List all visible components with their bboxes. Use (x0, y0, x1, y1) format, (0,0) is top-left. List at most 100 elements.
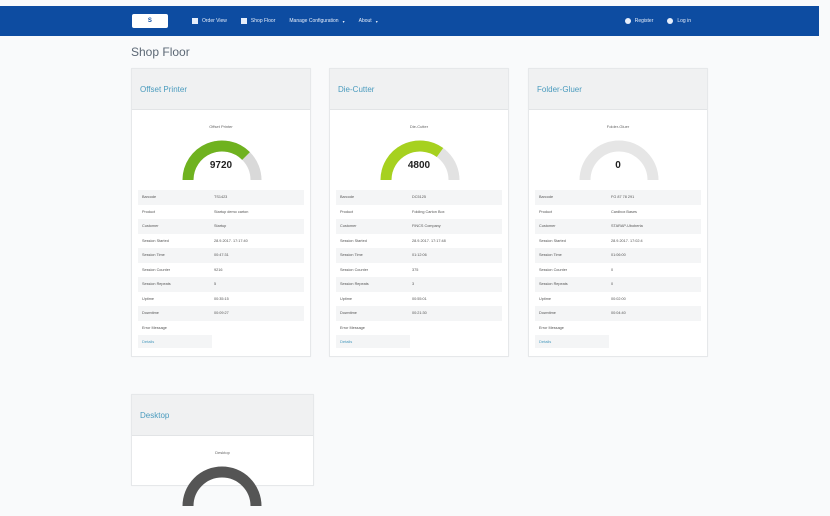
gauge-value: 4800 (407, 160, 431, 171)
row-value: Folding Carton Box (412, 209, 445, 214)
register-label: Register (634, 18, 654, 24)
table-row: Customer STARAP-Uboberta (535, 219, 701, 234)
row-label: Uptime (539, 296, 552, 301)
machine-details-table: Barcode DC5125 Product Folding Carton Bo… (330, 190, 508, 356)
card-title: Desktop (132, 395, 313, 436)
card-title: Offset Printer (132, 69, 310, 110)
brand-logo[interactable]: S (132, 14, 168, 28)
gauge-track (182, 466, 262, 507)
home-icon (240, 18, 247, 24)
row-value: Startup demo carton (214, 209, 249, 214)
table-row: Uptime 00:55:01 (336, 292, 502, 307)
row-value: 00:21:30 (412, 311, 427, 316)
table-row: Barcode TS1423 (138, 190, 304, 205)
gauge-value: 0 (615, 160, 621, 171)
row-label: Error Message (142, 325, 167, 330)
row-value: FINCS Company (412, 224, 441, 229)
table-row: Product Cardbox Bases (535, 205, 701, 220)
row-value: 0 (611, 267, 614, 272)
nav-about[interactable]: About ▾ (359, 18, 378, 24)
row-value: Cardbox Bases (611, 209, 637, 214)
row-label: Product (539, 209, 553, 214)
row-label: Customer (142, 224, 159, 229)
table-row: Session Counter 9216 (138, 263, 304, 278)
table-row: Session Started 28.9.2017. 17:17:48 (336, 234, 502, 249)
row-value: 00:47:31 (214, 253, 229, 258)
row-label: Uptime (142, 296, 155, 301)
machine-card: Folder-Gluer Folder-Gluer 0 Barcode FG 8… (528, 68, 708, 357)
table-row: Error Message (336, 321, 502, 336)
gauge: Folder-Gluer 0 (529, 110, 707, 190)
row-label: Session Started (142, 238, 169, 243)
table-row: Downtime 00:21:30 (336, 306, 502, 321)
gauge-title: Folder-Gluer (606, 124, 630, 129)
row-label: Session Started (340, 238, 367, 243)
row-value: DC5125 (412, 195, 426, 200)
table-row: Downtime 00:09:27 (138, 306, 304, 321)
user-icon (624, 18, 631, 24)
machine-card: Desktop Desktop (131, 394, 314, 507)
row-value: 9216 (214, 267, 223, 272)
table-row: Customer Startup (138, 219, 304, 234)
row-value: 5 (214, 282, 217, 287)
main-nav: Order View Shop Floor Manage Configurati… (192, 18, 378, 24)
row-value: FG 87 78 291 (611, 195, 635, 200)
register-link[interactable]: Register (624, 18, 654, 24)
card-title: Die-Cutter (330, 69, 508, 110)
row-value: 375 (412, 267, 419, 272)
gauge-title: Die-Cutter (409, 124, 429, 129)
row-value: TS1423 (214, 195, 228, 200)
row-label: Session Counter (539, 267, 568, 272)
login-link[interactable]: Log in (667, 18, 691, 24)
account-nav: Register Log in (624, 18, 691, 24)
table-row: Uptime 00:02:00 (535, 292, 701, 307)
row-label: Error Message (340, 325, 365, 330)
row-label: Session Counter (340, 267, 369, 272)
table-row: Session Time 01:06:00 (535, 248, 701, 263)
nav-order-view[interactable]: Order View (192, 18, 227, 24)
gauge: Desktop (132, 436, 313, 516)
row-label: Downtime (340, 311, 357, 316)
table-row: Session Started 28.9.2017. 17:17:40 (138, 234, 304, 249)
gauge-title: Desktop (215, 450, 230, 455)
row-label: Session Time (142, 253, 165, 258)
row-label: Session Repeats (142, 282, 171, 287)
row-label: Uptime (340, 296, 353, 301)
nav-manage-configuration[interactable]: Manage Configuration ▾ (289, 18, 344, 24)
row-label: Barcode (539, 195, 554, 200)
details-link[interactable]: Details (535, 335, 609, 348)
table-row: Customer FINCS Company (336, 219, 502, 234)
row-value: 0 (611, 282, 614, 287)
caret-down-icon: ▾ (342, 18, 345, 24)
row-value: 00:35:15 (214, 296, 229, 301)
table-row: Downtime 00:04:40 (535, 306, 701, 321)
table-row: Session Counter 375 (336, 263, 502, 278)
gauge-value: 9720 (209, 160, 233, 171)
row-value: 00:04:40 (611, 311, 626, 316)
row-value: STARAP-Uboberta (611, 224, 643, 229)
gauge: Die-Cutter 4800 (330, 110, 508, 190)
nav-label: Shop Floor (250, 18, 276, 24)
row-value: 01:12:06 (412, 253, 427, 258)
card-title: Folder-Gluer (529, 69, 707, 110)
table-row: Barcode FG 87 78 291 (535, 190, 701, 205)
row-label: Barcode (142, 195, 157, 200)
nav-shop-floor[interactable]: Shop Floor (240, 18, 276, 24)
page-content: Shop Floor (131, 45, 711, 67)
details-link[interactable]: Details (138, 335, 212, 348)
row-value: 00:55:01 (412, 296, 427, 301)
row-label: Product (340, 209, 354, 214)
login-label: Log in (677, 18, 691, 24)
details-link[interactable]: Details (336, 335, 410, 348)
list-icon (192, 18, 198, 24)
row-label: Customer (340, 224, 357, 229)
machine-details-table: Barcode TS1423 Product Startup demo cart… (132, 190, 310, 356)
row-value: 28.9.2017. 17:17:40 (214, 238, 248, 243)
row-value: 00:02:00 (611, 296, 626, 301)
nav-label: Order View (202, 18, 227, 24)
table-row: Product Folding Carton Box (336, 205, 502, 220)
row-label: Session Time (340, 253, 363, 258)
table-row: Session Repeats 0 (535, 277, 701, 292)
table-row: Error Message (138, 321, 304, 336)
gauge: Offset Printer 9720 (132, 110, 310, 190)
